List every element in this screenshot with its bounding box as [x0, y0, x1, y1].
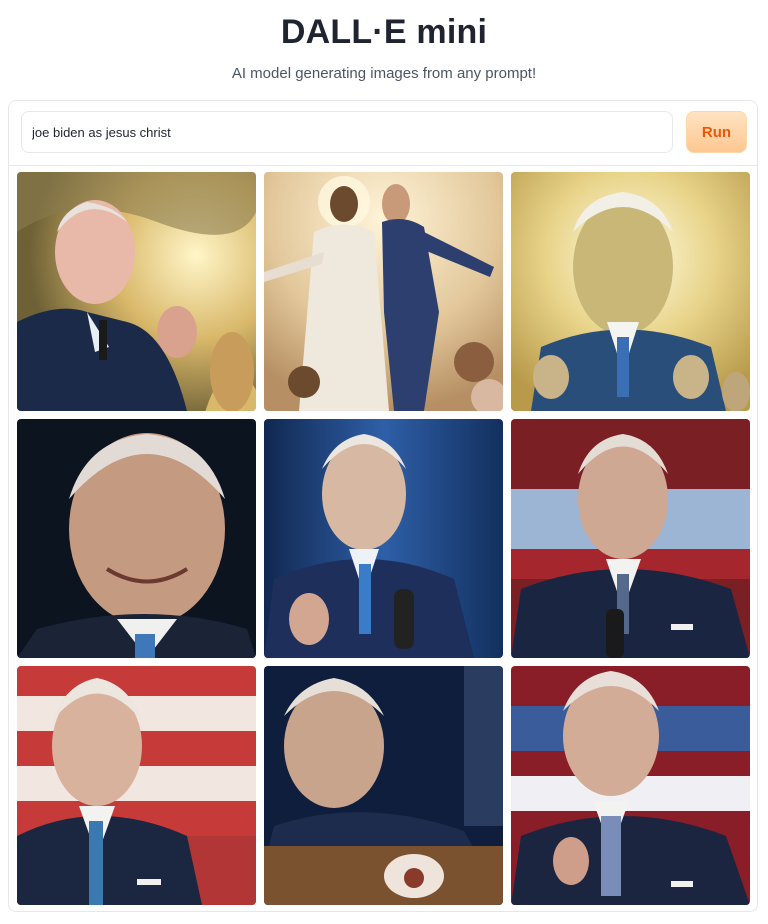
- generated-image-4[interactable]: [17, 419, 256, 658]
- generated-image-1[interactable]: [17, 172, 256, 411]
- generated-image-6[interactable]: [511, 419, 750, 658]
- app-subtitle: AI model generating images from any prom…: [231, 65, 537, 82]
- run-button[interactable]: Run: [686, 111, 747, 153]
- generated-image-7[interactable]: [17, 666, 256, 905]
- prompt-input[interactable]: [21, 111, 673, 153]
- generator-panel: Run: [8, 100, 758, 912]
- generated-image-9[interactable]: [511, 666, 750, 905]
- generated-image-3[interactable]: [511, 172, 750, 411]
- page: DALL·E mini AI model generating images f…: [0, 0, 768, 924]
- generated-image-5[interactable]: [264, 419, 503, 658]
- prompt-row: Run: [9, 101, 757, 166]
- generated-image-8[interactable]: [264, 666, 503, 905]
- image-gallery: [17, 172, 753, 908]
- app-title: DALL·E mini: [280, 13, 488, 51]
- generated-image-2[interactable]: [264, 172, 503, 411]
